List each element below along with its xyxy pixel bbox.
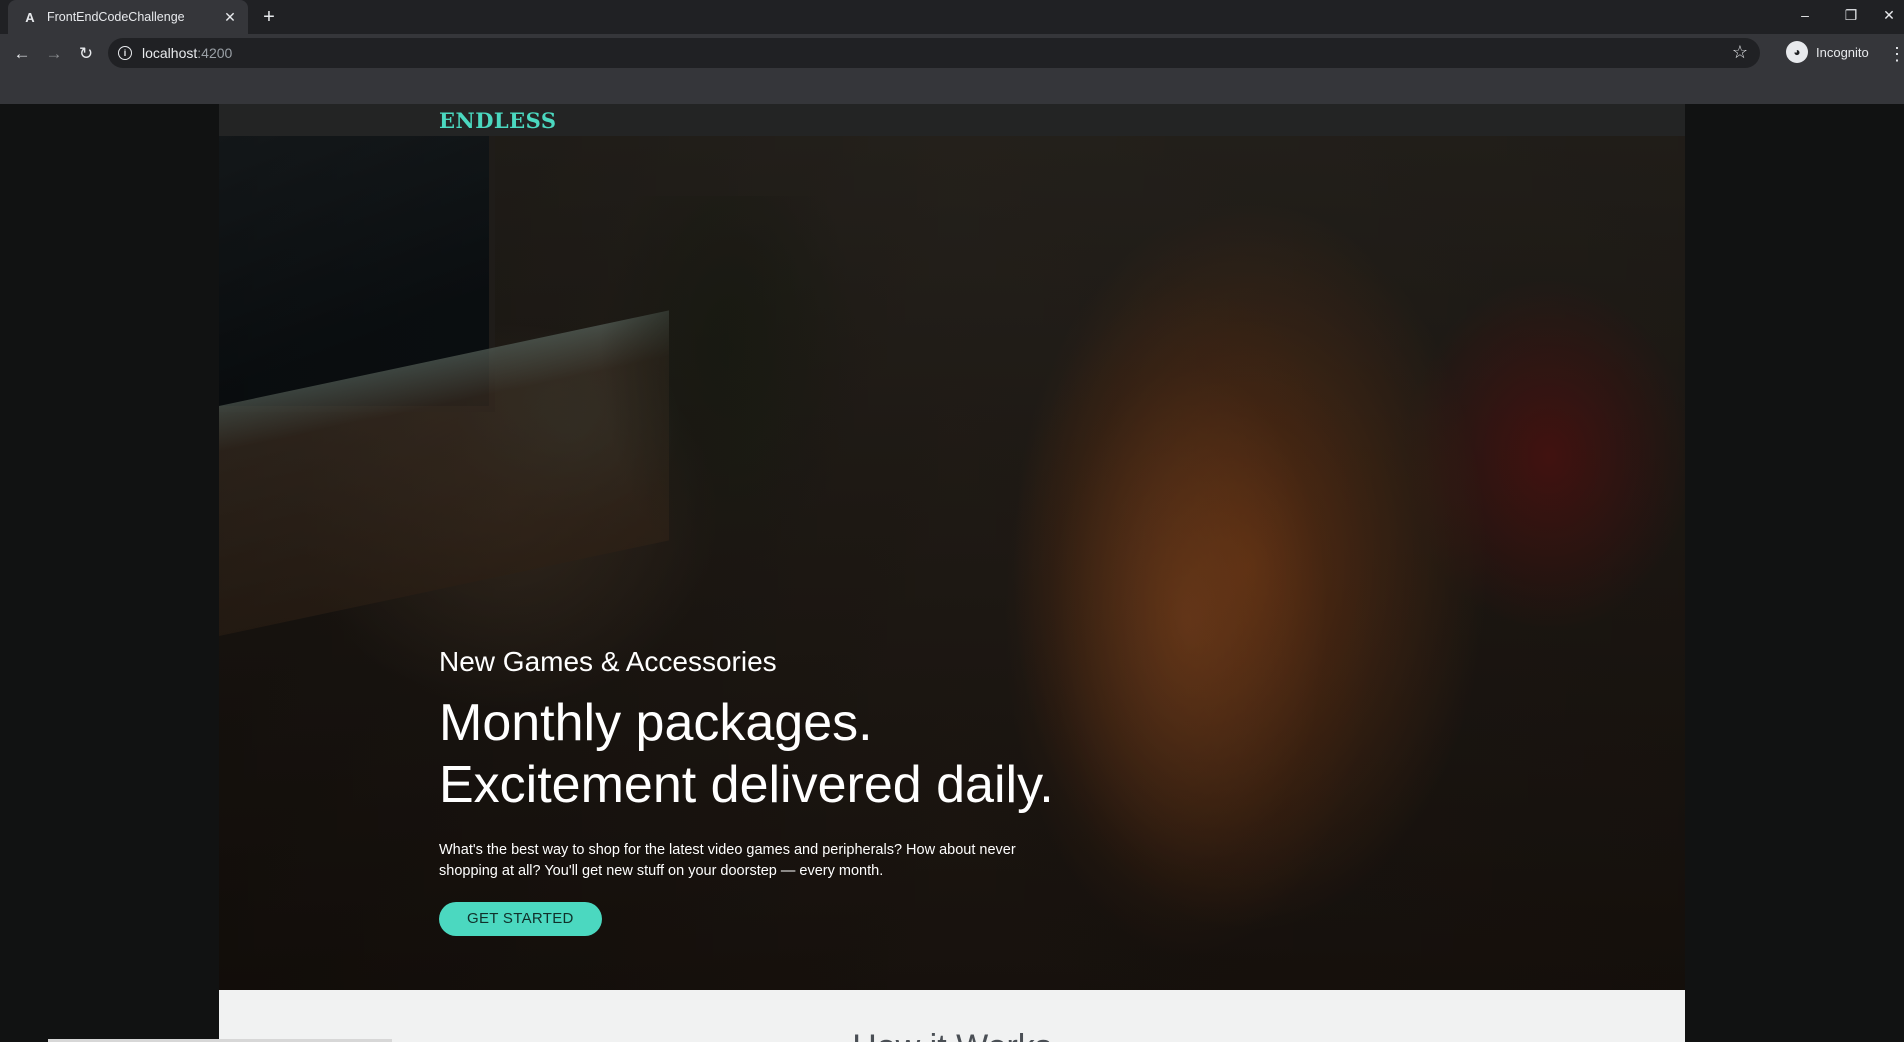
hero-eyebrow: New Games & Accessories xyxy=(439,646,777,677)
plus-icon[interactable]: + xyxy=(258,6,280,28)
minimize-icon[interactable]: – xyxy=(1790,4,1820,26)
hero-description: What's the best way to shop for the late… xyxy=(439,842,1016,879)
info-icon[interactable]: i xyxy=(118,46,132,60)
close-icon[interactable]: ✕ xyxy=(222,9,238,25)
incognito-badge[interactable]: ◕ Incognito xyxy=(1786,39,1876,65)
star-icon[interactable]: ☆ xyxy=(1732,42,1748,63)
back-arrow-icon[interactable]: ← xyxy=(10,42,34,66)
reload-icon[interactable]: ↻ xyxy=(74,42,98,66)
address-bar[interactable]: i localhost:4200 ☆ xyxy=(108,38,1760,68)
tab-title: FrontEndCodeChallenge xyxy=(47,10,185,24)
angular-favicon-icon: A xyxy=(25,9,35,25)
restore-icon[interactable]: ❐ xyxy=(1836,4,1866,26)
hero-headline-line1: Monthly packages. xyxy=(439,694,873,752)
window-close-icon[interactable]: ✕ xyxy=(1874,4,1904,26)
url-port: :4200 xyxy=(197,45,233,61)
how-it-works-section: How it Works xyxy=(219,990,1685,1042)
hero-headline: Monthly packages. Excitement delivered d… xyxy=(439,692,1079,816)
url-host: localhost xyxy=(142,45,198,61)
browser-tab[interactable]: A FrontEndCodeChallenge ✕ xyxy=(8,0,248,34)
page-content: ENDLESS New Games & Accessories Monthly … xyxy=(219,104,1685,1042)
hero-headline-line2: Excitement delivered daily. xyxy=(439,756,1054,814)
menu-icon[interactable]: ⋮ xyxy=(1888,42,1904,66)
incognito-label: Incognito xyxy=(1816,44,1869,60)
how-it-works-title: How it Works xyxy=(219,1028,1685,1042)
forward-arrow-icon[interactable]: → xyxy=(42,42,66,66)
url-text: localhost:4200 xyxy=(142,45,232,61)
site-logo[interactable]: ENDLESS xyxy=(439,108,557,133)
browser-titlebar: A FrontEndCodeChallenge ✕ + – ❐ ✕ xyxy=(0,0,1904,34)
hero-content: New Games & Accessories Monthly packages… xyxy=(439,646,1079,936)
get-started-button[interactable]: GET STARTED xyxy=(439,902,602,936)
browser-toolbar: ← → ↻ i localhost:4200 ☆ ◕ Incognito ⋮ xyxy=(0,34,1904,104)
incognito-icon: ◕ xyxy=(1786,41,1808,63)
hero-section: New Games & Accessories Monthly packages… xyxy=(219,136,1685,990)
site-navbar: ENDLESS xyxy=(219,104,1685,136)
